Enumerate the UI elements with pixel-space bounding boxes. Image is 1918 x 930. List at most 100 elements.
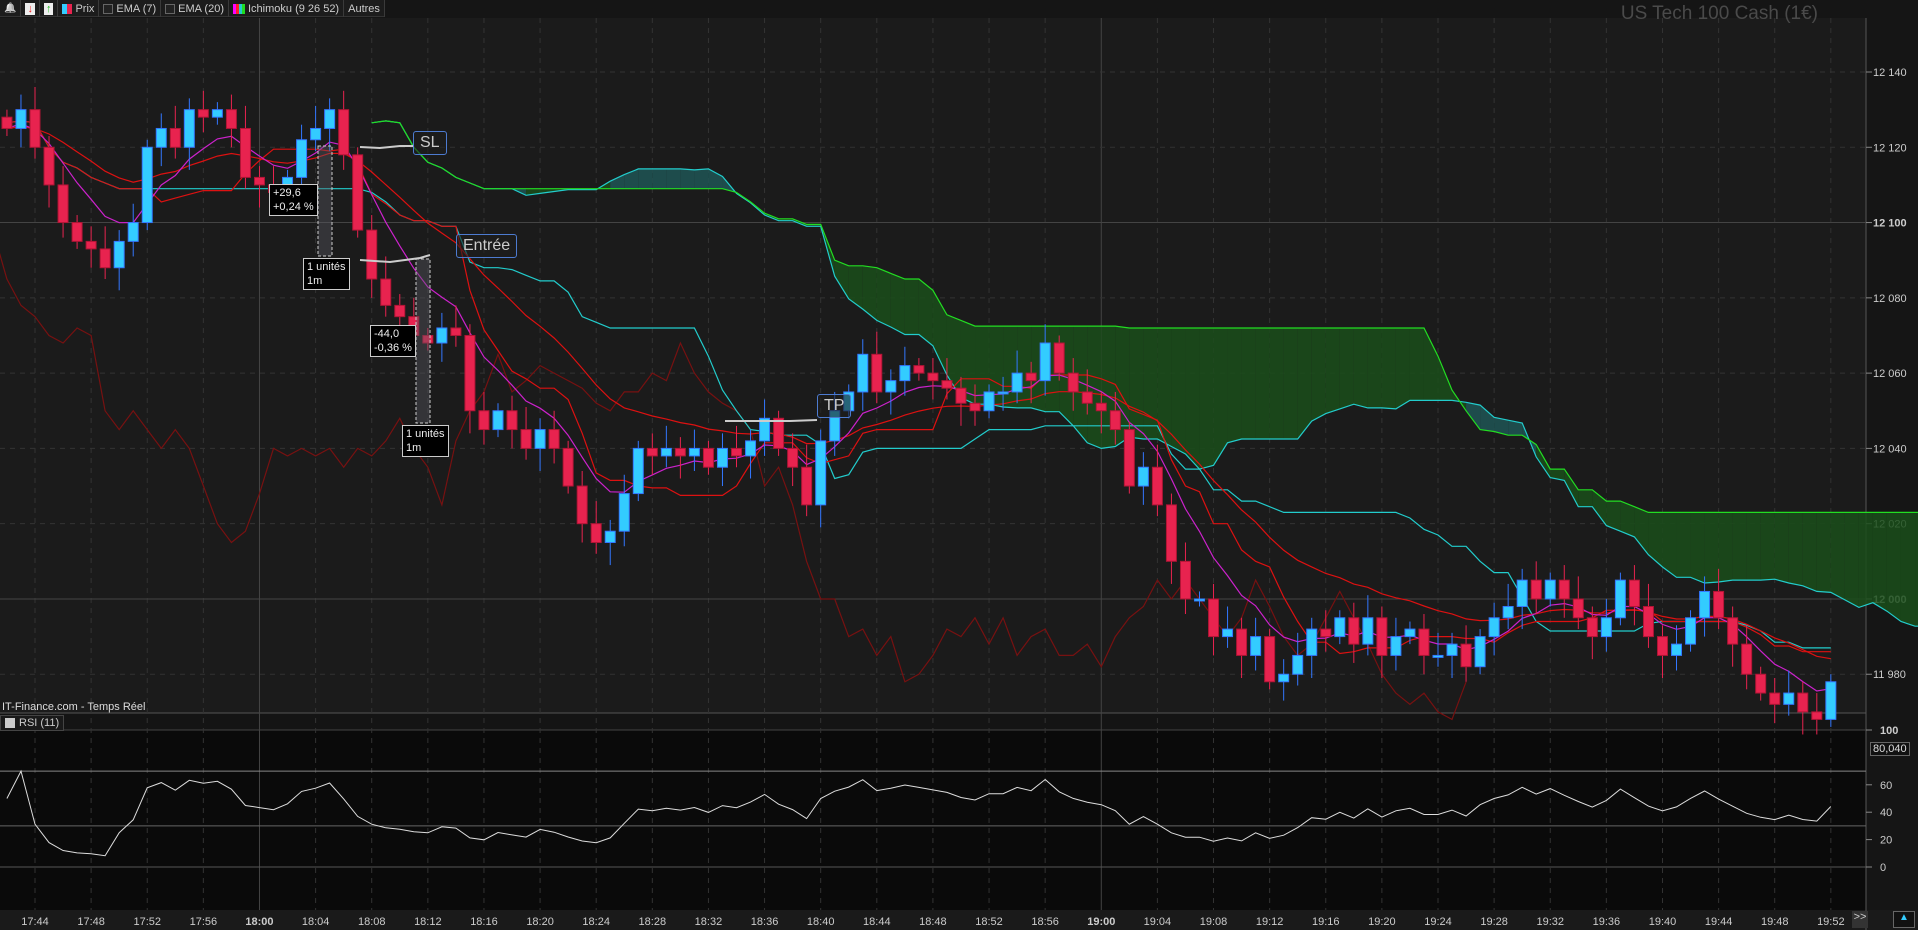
rsi-tick-label: 100 — [1880, 725, 1898, 737]
time-tick-label: 18:48 — [919, 916, 947, 928]
candle-body — [1, 116, 13, 129]
candle-body — [1544, 579, 1556, 600]
toolbar-item-bell[interactable]: 🔔 — [0, 0, 22, 17]
ichimoku-cloud-segment — [1872, 512, 1887, 612]
toolbar-item-price-swatch[interactable]: Prix — [58, 0, 100, 17]
ichimoku-cloud-segment — [1311, 327, 1326, 422]
candle-body — [352, 154, 364, 231]
time-tick-label: 19:16 — [1312, 916, 1340, 928]
ichimoku-cloud-segment — [1339, 327, 1354, 409]
ichimoku-cloud-segment — [904, 279, 919, 335]
time-tick-label: 19:00 — [1087, 916, 1115, 928]
toolbar-item-checkbox[interactable]: EMA (7) — [99, 0, 162, 17]
candle-body — [1151, 466, 1163, 506]
ichimoku-cloud-segment — [1143, 327, 1158, 439]
candle-body — [801, 466, 813, 506]
candle-body — [899, 365, 911, 382]
annotation-timeframe: 1m — [307, 275, 323, 287]
rsi-legend[interactable]: RSI (11) — [0, 715, 65, 731]
candle-body — [394, 304, 406, 318]
ichimoku-cloud-segment — [1171, 327, 1186, 455]
candle-body — [71, 222, 83, 242]
take-profit-line — [725, 419, 818, 422]
candle-body — [1320, 628, 1332, 638]
ichimoku-cloud-segment — [1886, 512, 1901, 622]
time-tick-label: 18:32 — [695, 916, 723, 928]
data-source-label: IT-Finance.com - Temps Réel — [2, 701, 146, 713]
toolbar-item-label: Ichimoku (9 26 52) — [248, 2, 340, 15]
toolbar-item-label: Prix — [75, 2, 95, 15]
candle-body — [646, 447, 658, 457]
time-tick-label: 18:12 — [414, 916, 442, 928]
candle-body — [1488, 617, 1500, 638]
candle-body — [29, 109, 41, 148]
annotation-value: +29,6 — [273, 187, 301, 199]
take-profit-tag[interactable]: TP — [817, 394, 852, 418]
price-tick-label: 11 980 — [1873, 669, 1906, 681]
time-tick-label: 18:40 — [807, 916, 835, 928]
candle-body — [787, 447, 799, 468]
candle-body — [450, 327, 462, 336]
toolbar-item-autres[interactable]: Autres — [344, 0, 385, 17]
rsi-label: RSI (11) — [19, 717, 60, 729]
measure-zone — [317, 145, 333, 257]
candle-body — [1418, 628, 1430, 656]
candle-body — [576, 485, 588, 525]
ichimoku-cloud-segment — [890, 273, 905, 335]
candle-body — [955, 387, 967, 404]
candle-body — [1067, 372, 1079, 393]
time-tick-label: 18:16 — [470, 916, 498, 928]
chart-canvas[interactable]: 17:44 17:48 17:52 17:56 18:00 18:04 18:08 18:12… — [0, 0, 1918, 930]
ichimoku-cloud-segment — [1802, 512, 1817, 592]
candle-body — [1208, 598, 1220, 638]
candle-body — [1811, 711, 1823, 720]
ichimoku-cloud-segment — [1213, 327, 1228, 466]
ichimoku-cloud-segment — [666, 168, 681, 189]
candle-body — [660, 447, 672, 457]
time-tick-label: 18:44 — [863, 916, 891, 928]
ichimoku-cloud-segment — [1788, 512, 1803, 586]
candle-body — [1334, 617, 1346, 638]
entry-tag[interactable]: Entrée — [456, 234, 518, 258]
ichimoku-cloud-segment — [652, 168, 667, 189]
candle-body — [310, 127, 322, 141]
time-tick-label: 17:44 — [21, 916, 49, 928]
ichimoku-cloud-segment — [1732, 512, 1747, 581]
ichimoku-cloud-segment — [1227, 327, 1242, 443]
candle-body — [1432, 654, 1444, 658]
toolbar-item-sell-order[interactable]: ↓ — [21, 0, 40, 17]
candle-body — [113, 240, 125, 269]
candle — [141, 139, 153, 231]
candle-body — [1376, 617, 1388, 656]
candle-body — [590, 523, 602, 543]
candle-body — [1685, 617, 1697, 645]
ichimoku-cloud-segment — [1844, 512, 1859, 608]
time-tick-label: 17:56 — [190, 916, 218, 928]
toolbar-item-ichimoku-swatch[interactable]: Ichimoku (9 26 52) — [229, 0, 345, 17]
time-tick-label: 18:28 — [639, 916, 667, 928]
candle-body — [1502, 605, 1514, 619]
candle — [352, 147, 364, 238]
candle-body — [745, 440, 757, 457]
candle-body — [1614, 579, 1626, 619]
candle-body — [1460, 643, 1472, 668]
candle-body — [1656, 636, 1668, 656]
time-tick-label: 19:40 — [1649, 916, 1677, 928]
candle-body — [1165, 504, 1177, 562]
candle-body — [43, 146, 55, 186]
scroll-more-button[interactable]: >> — [1852, 911, 1868, 928]
candle-body — [1348, 617, 1360, 645]
annotation-units: 1 unités — [307, 261, 346, 273]
candle-body — [1011, 372, 1023, 393]
toolbar-item-buy-order[interactable]: ↑ — [40, 0, 59, 17]
ichimoku-cloud-segment — [1900, 512, 1916, 627]
candle-body — [1109, 410, 1121, 431]
panel-layout-icon[interactable]: ▲ — [1893, 911, 1915, 928]
ichimoku-cloud-segment — [1395, 327, 1410, 409]
stop-loss-tag[interactable]: SL — [413, 131, 447, 155]
toolbar-item-checkbox[interactable]: EMA (20) — [161, 0, 229, 17]
annotation-timeframe: 1m — [406, 442, 422, 454]
buy-order-icon: ↑ — [43, 2, 54, 15]
ichimoku-cloud-segment — [1255, 327, 1270, 439]
candle-body — [296, 139, 308, 178]
